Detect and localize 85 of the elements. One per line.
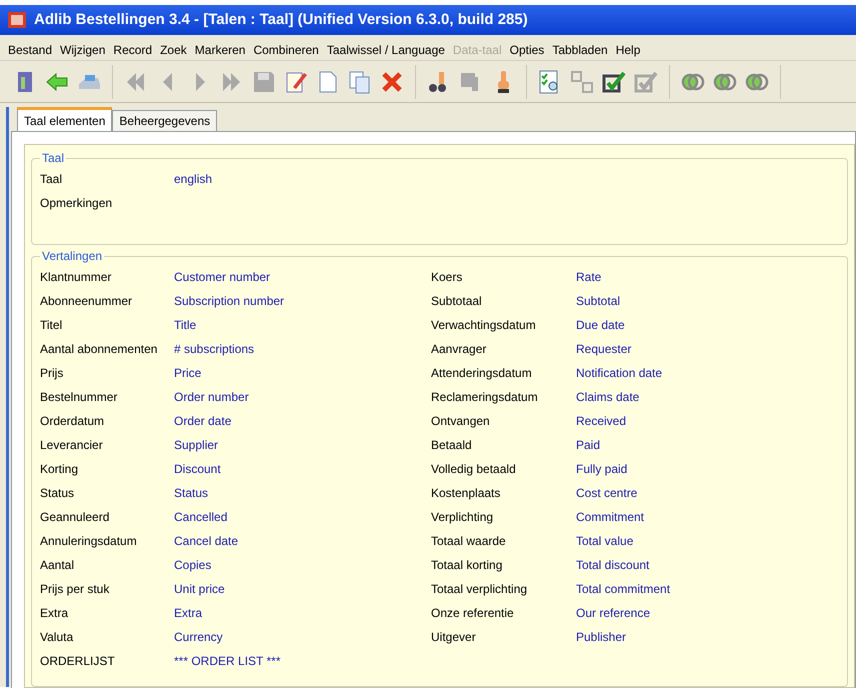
field-value[interactable]: Commitment — [576, 508, 644, 526]
menu-item[interactable]: Markeren — [194, 40, 246, 58]
menu-item[interactable]: Wijzigen — [60, 40, 106, 58]
tab[interactable]: Beheergegevens — [112, 110, 218, 131]
field-label: Kostenplaats — [431, 485, 502, 502]
field-label: Aanvrager — [431, 341, 488, 358]
field-value[interactable]: Order date — [174, 412, 232, 430]
menu-item[interactable]: Bestand — [8, 40, 52, 58]
field-label: Prijs — [40, 365, 64, 382]
field-label: Opmerkingen — [40, 195, 114, 212]
field-label: Valuta — [40, 629, 74, 646]
field-value[interactable]: Total commitment — [576, 580, 670, 598]
field-value[interactable]: Copies — [174, 556, 212, 574]
field-value[interactable]: Currency — [174, 628, 223, 646]
field-value[interactable]: Cancel date — [174, 532, 238, 550]
menu-item[interactable]: Tabbladen — [552, 40, 608, 58]
field-label: Verplichting — [431, 509, 494, 526]
field-value[interactable]: Discount — [174, 460, 221, 478]
group-title: Taal — [41, 150, 66, 167]
field-label: Geannuleerd — [40, 509, 110, 526]
field-label: ORDERLIJST — [40, 653, 116, 670]
field-label: Betaald — [431, 437, 473, 454]
field-value[interactable]: Fully paid — [576, 460, 628, 478]
field-label: Korting — [40, 461, 80, 478]
menu-item[interactable]: Combineren — [253, 40, 319, 58]
window-title: Adlib Bestellingen 3.4 - [Talen : Taal] (Unified Version 6.3.0, build 285) — [34, 10, 528, 30]
tab[interactable]: Taal elementen — [17, 107, 112, 131]
field-label: Reclameringsdatum — [431, 389, 539, 406]
field-label: Totaal waarde — [431, 533, 507, 550]
field-value[interactable]: english — [174, 170, 212, 188]
field-label: Status — [40, 485, 76, 502]
field-label: Abonneenummer — [40, 293, 134, 310]
field-value[interactable]: Unit price — [174, 580, 225, 598]
menu-item[interactable]: Zoek — [160, 40, 187, 58]
field-value[interactable]: Order number — [174, 388, 249, 406]
field-value[interactable]: # subscriptions — [174, 340, 254, 358]
field-label: Titel — [40, 317, 64, 334]
menu-item[interactable]: Record — [113, 40, 152, 58]
field-label: Totaal korting — [431, 557, 504, 574]
field-value[interactable]: Customer number — [174, 268, 270, 286]
menu-item[interactable]: Help — [616, 40, 640, 58]
field-label: Aantal abonnementen — [40, 341, 158, 358]
field-label: Verwachtingsdatum — [431, 317, 537, 334]
field-label: Uitgever — [431, 629, 477, 646]
field-value[interactable]: Paid — [576, 436, 600, 454]
field-value[interactable]: *** ORDER LIST *** — [174, 652, 280, 670]
field-label: Totaal verplichting — [431, 581, 528, 598]
field-value[interactable]: Notification date — [576, 364, 662, 382]
field-label: Aantal — [40, 557, 76, 574]
field-label: Koers — [431, 269, 464, 286]
field-label: Subtotaal — [431, 293, 483, 310]
menu-item[interactable]: Opties — [510, 40, 544, 58]
field-value[interactable]: Total discount — [576, 556, 650, 574]
field-value[interactable]: Claims date — [576, 388, 640, 406]
field-label: Annuleringsdatum — [40, 533, 138, 550]
field-value[interactable]: Our reference — [576, 604, 650, 622]
group-title: Vertalingen — [41, 248, 104, 265]
field-label: Taal — [40, 171, 64, 188]
field-value[interactable]: Status — [174, 484, 208, 502]
field-value[interactable]: Subscription number — [174, 292, 284, 310]
field-value[interactable]: Cancelled — [174, 508, 228, 526]
field-value[interactable]: Requester — [576, 340, 632, 358]
field-value[interactable]: Received — [576, 412, 626, 430]
field-label: Extra — [40, 605, 70, 622]
menu-item[interactable]: Taalwissel / Language — [326, 40, 445, 58]
field-label: Bestelnummer — [40, 389, 118, 406]
app-icon — [8, 12, 26, 28]
field-label: Prijs per stuk — [40, 581, 110, 598]
field-label: Orderdatum — [40, 413, 106, 430]
field-value[interactable]: Title — [174, 316, 196, 334]
field-value[interactable]: Extra — [174, 604, 202, 622]
field-value[interactable]: Total value — [576, 532, 634, 550]
field-label: Onze referentie — [431, 605, 515, 622]
field-label: Klantnummer — [40, 269, 112, 286]
field-value[interactable]: Rate — [576, 268, 602, 286]
field-value[interactable]: Due date — [576, 316, 625, 334]
field-value[interactable]: Subtotal — [576, 292, 620, 310]
field-label: Ontvangen — [431, 413, 491, 430]
field-value[interactable]: Price — [174, 364, 202, 382]
field-value[interactable]: Publisher — [576, 628, 626, 646]
field-label: Leverancier — [40, 437, 104, 454]
field-value[interactable]: Cost centre — [576, 484, 638, 502]
field-label: Attenderingsdatum — [431, 365, 533, 382]
field-label: Volledig betaald — [431, 461, 517, 478]
field-value[interactable]: Supplier — [174, 436, 218, 454]
